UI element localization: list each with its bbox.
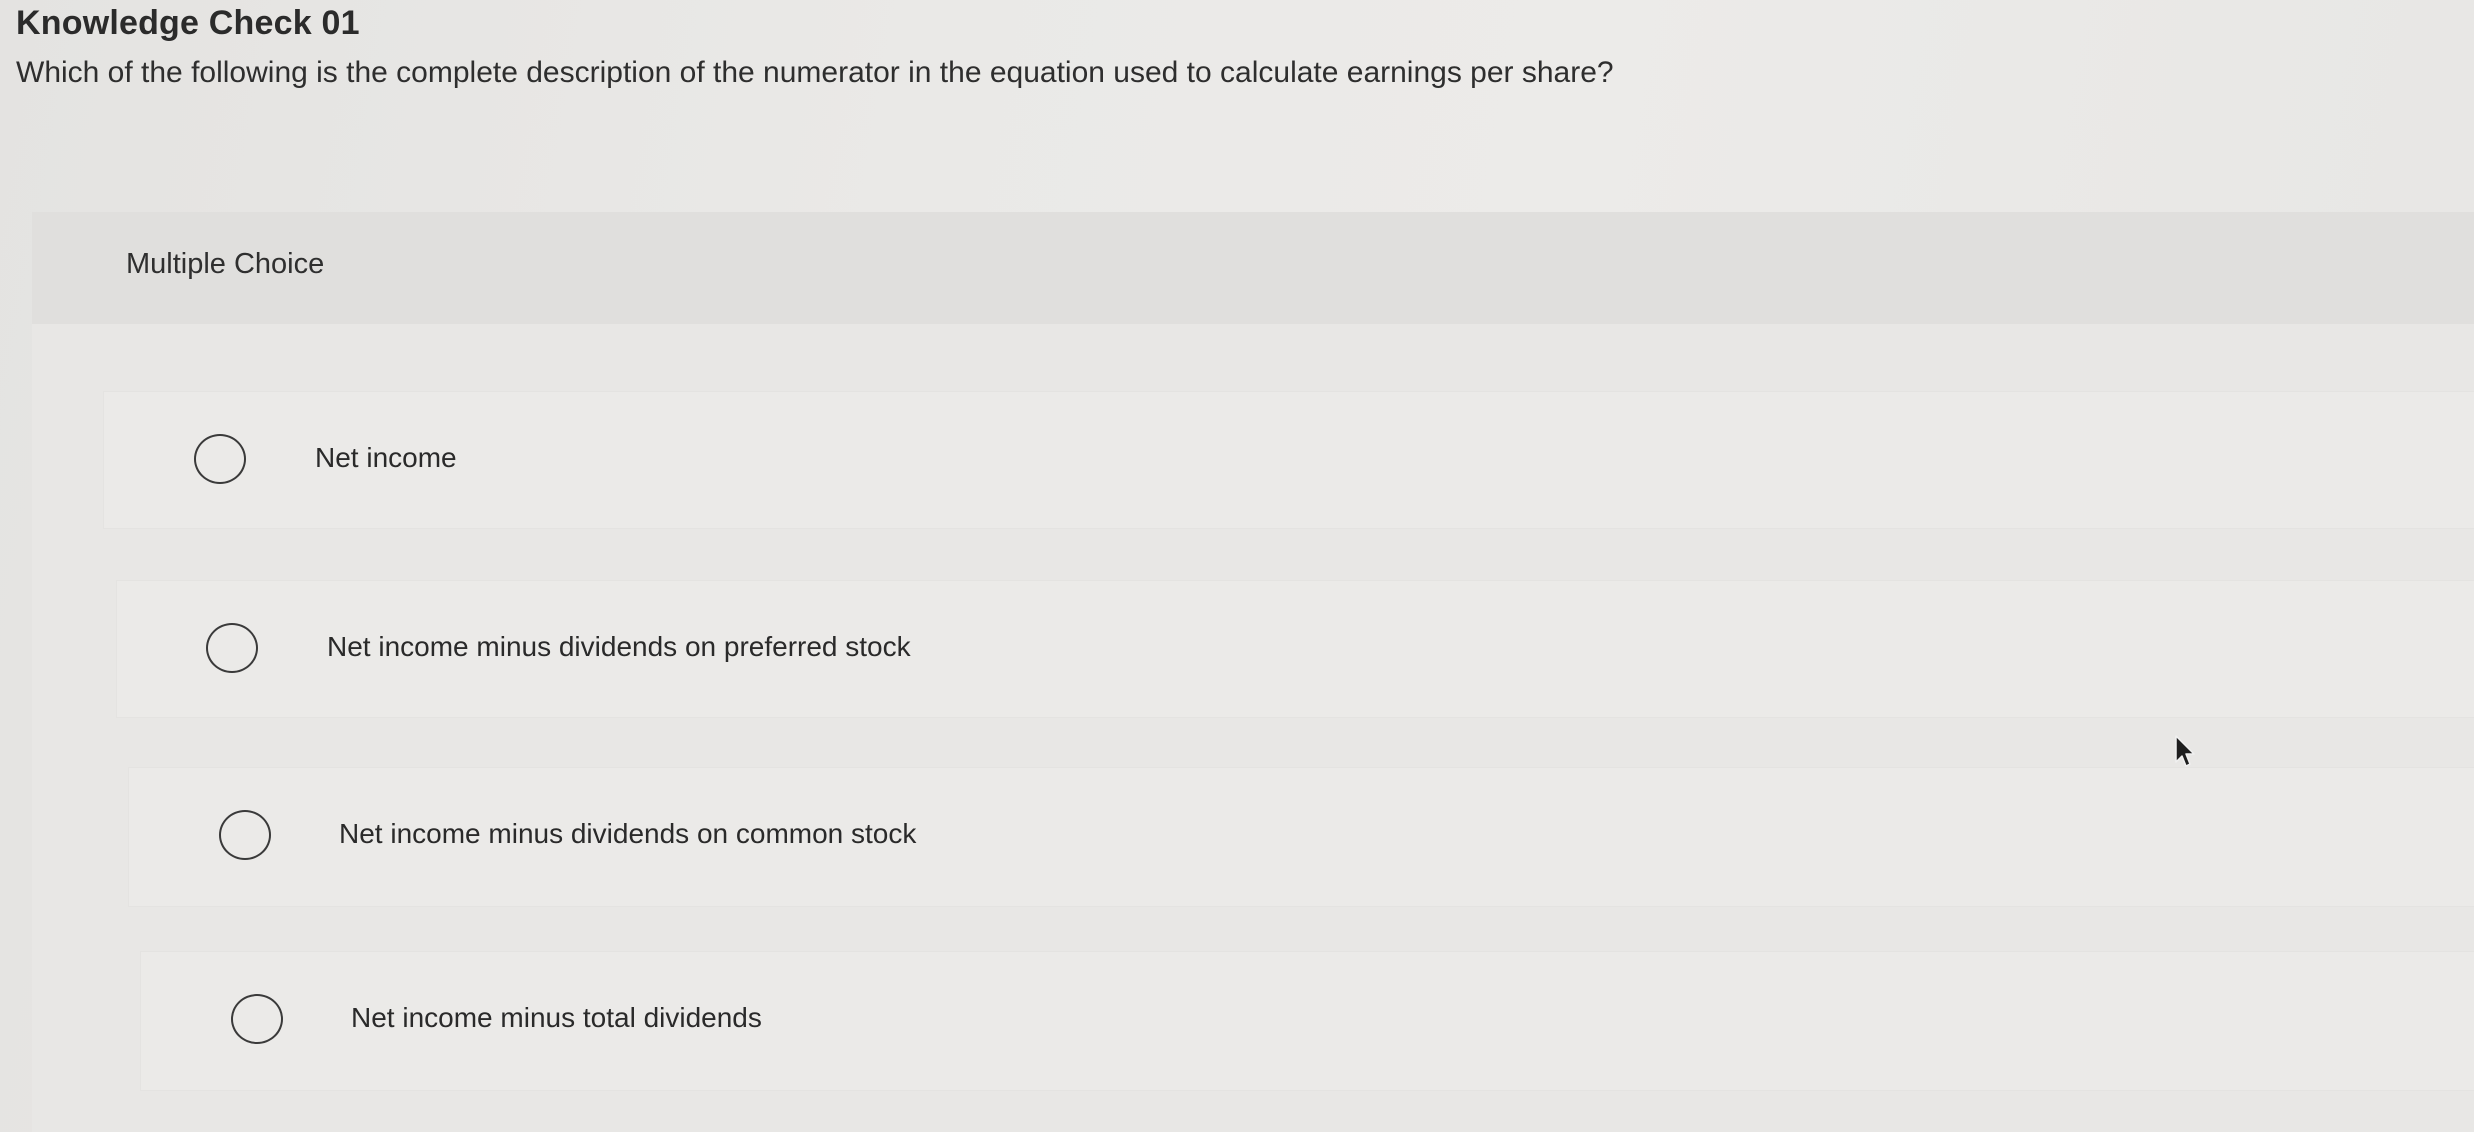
choice-option-4[interactable]: Net income minus total dividends [141, 952, 2474, 1090]
radio-unselected-icon[interactable] [231, 994, 283, 1044]
question-type-label: Multiple Choice [126, 248, 325, 280]
mouse-pointer-icon [2175, 735, 2195, 767]
choice-label-2: Net income minus dividends on preferred … [327, 631, 911, 662]
choice-label-3: Net income minus dividends on common sto… [339, 818, 917, 849]
choice-label-4: Net income minus total dividends [351, 1002, 762, 1033]
choice-option-2[interactable]: Net income minus dividends on preferred … [117, 581, 2474, 717]
panel-header: Multiple Choice [32, 212, 2474, 324]
choice-option-1[interactable]: Net income [104, 392, 2474, 528]
question-text: Which of the following is the complete d… [16, 56, 1614, 89]
page-title: Knowledge Check 01 [16, 4, 360, 42]
radio-unselected-icon[interactable] [206, 623, 258, 673]
choice-label-1: Net income [315, 442, 457, 473]
radio-unselected-icon[interactable] [194, 434, 246, 484]
choice-option-3[interactable]: Net income minus dividends on common sto… [129, 768, 2474, 906]
answer-panel: Multiple Choice Net income Net income mi… [32, 212, 2474, 1132]
radio-unselected-icon[interactable] [219, 810, 271, 860]
